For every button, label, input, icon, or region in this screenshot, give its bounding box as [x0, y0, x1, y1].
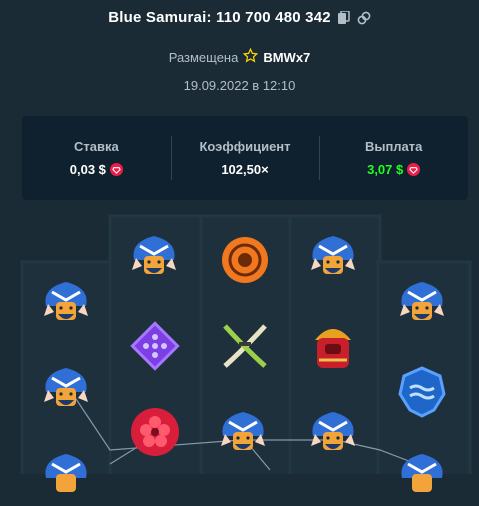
samurai-symbol — [401, 454, 443, 492]
bet-stats-panel: Ставка 0,03 $ Коэффициент 102,50× Выплат… — [22, 116, 468, 200]
samurai-symbol — [44, 368, 88, 406]
slot-board — [0, 214, 479, 492]
samurai-symbol — [311, 236, 355, 274]
placed-label: Размещена — [168, 49, 239, 65]
link-icon[interactable] — [357, 11, 371, 25]
red-flower-symbol — [131, 408, 179, 456]
multiplier-label: Коэффициент — [199, 139, 291, 154]
bet-date: 19.09.2022 в 12:10 — [183, 78, 296, 93]
payout-stat: Выплата 3,07 $ — [319, 116, 468, 200]
samurai-symbol — [221, 412, 265, 450]
star-icon — [243, 47, 259, 66]
placed-by-row: Размещена BMWx7 — [0, 47, 479, 66]
game-title: Blue Samurai: 110 700 480 342 — [108, 9, 331, 26]
blue-wave-medallion-symbol — [398, 366, 446, 418]
purple-diamond-symbol — [130, 321, 180, 371]
bet-value-row: 0,03 $ — [70, 162, 123, 177]
bet-stat: Ставка 0,03 $ — [22, 116, 171, 200]
bet-label: Ставка — [73, 139, 119, 154]
multiplier-stat: Коэффициент 102,50× — [170, 116, 320, 200]
payout-value: 3,07 $ — [367, 162, 404, 177]
gem-coin-icon — [407, 163, 421, 176]
samurai-armor-symbol — [315, 329, 351, 368]
payout-value-row: 3,07 $ — [367, 162, 421, 177]
samurai-symbol — [45, 454, 87, 492]
bet-value: 0,03 $ — [69, 162, 106, 177]
samurai-symbol — [132, 236, 176, 274]
game-title-row: Blue Samurai: 110 700 480 342 — [0, 9, 479, 26]
crossed-swords-symbol — [223, 324, 267, 368]
samurai-symbol — [311, 412, 355, 450]
samurai-symbol — [44, 282, 88, 320]
multiplier-value: 102,50× — [221, 162, 269, 177]
gem-coin-icon — [109, 163, 123, 176]
orange-orb-symbol — [222, 237, 268, 283]
payout-label: Выплата — [364, 139, 423, 154]
samurai-symbol — [400, 282, 444, 320]
player-name[interactable]: BMWx7 — [263, 50, 310, 65]
copy-icon[interactable] — [337, 11, 351, 25]
